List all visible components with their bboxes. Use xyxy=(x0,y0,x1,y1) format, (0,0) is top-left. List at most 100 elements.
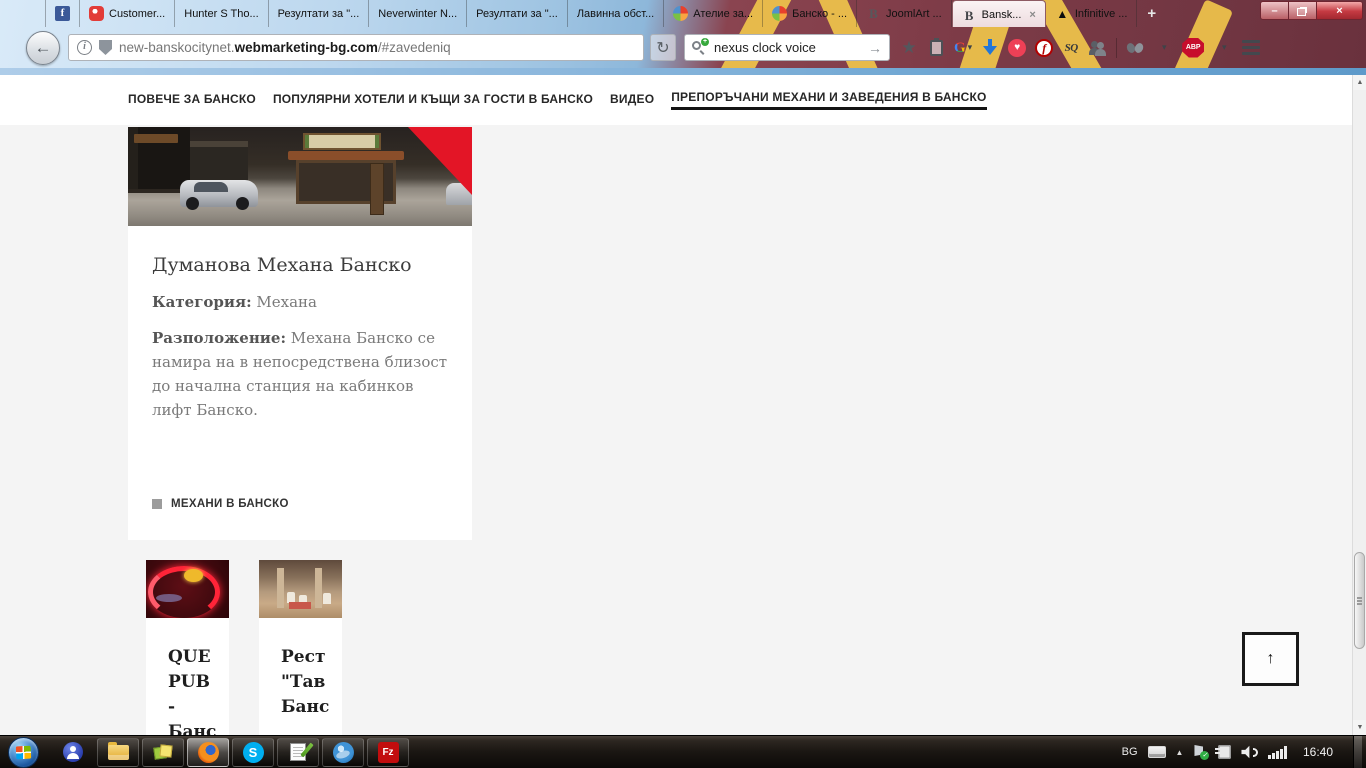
scrollbar-up-arrow[interactable]: ▲ xyxy=(1353,75,1366,90)
abp-badge: ABP xyxy=(1182,37,1205,58)
tab-label: Bansk... xyxy=(981,9,1022,21)
network-signal-icon[interactable] xyxy=(1268,745,1287,759)
restaurant-column xyxy=(315,568,322,608)
action-center-icon[interactable]: ✓ xyxy=(1193,745,1210,760)
restaurant-thumbnail[interactable] xyxy=(259,560,342,618)
browser-tab-active[interactable]: B Bansk... × xyxy=(951,0,1046,27)
taskbar-firefox-button[interactable] xyxy=(187,737,229,767)
tab-facebook-pinned[interactable]: f xyxy=(45,0,80,27)
safely-remove-hardware-icon[interactable] xyxy=(1215,745,1232,759)
page-viewport: ПОВЕЧЕ ЗА БАНСКО ПОПУЛЯРНИ ХОТЕЛИ И КЪЩИ… xyxy=(0,75,1352,735)
language-indicator[interactable]: BG xyxy=(1122,746,1138,758)
clipboard-icon[interactable] xyxy=(927,37,945,59)
search-bar[interactable]: + nexus clock voice → xyxy=(684,34,890,61)
adblock-plus-icon[interactable]: ABP xyxy=(1182,37,1205,59)
browser-tab[interactable]: B JoomlArt ... xyxy=(857,0,952,27)
keyboard-icon[interactable] xyxy=(1147,746,1166,758)
browser-tab[interactable]: Neverwinter N... xyxy=(369,0,468,27)
related-card-queens-pub[interactable]: QUE PUB - Банс xyxy=(146,560,229,735)
browser-tab[interactable]: Hunter S Tho... xyxy=(175,0,269,27)
sq-extension-icon[interactable]: SQ xyxy=(1062,37,1080,59)
start-button[interactable] xyxy=(8,736,39,768)
flash-icon[interactable]: f xyxy=(1035,37,1054,59)
related-card-title[interactable]: Рест "Тав Банс Рест xyxy=(281,645,337,735)
skype-icon: S xyxy=(242,741,264,763)
taskbar-explorer-button[interactable] xyxy=(97,737,139,767)
browser-tab[interactable]: Лавинна обст... xyxy=(568,0,665,27)
flash-glyph: f xyxy=(1035,38,1054,57)
tab-close-icon[interactable]: × xyxy=(1029,9,1035,21)
minimize-button[interactable]: – xyxy=(1260,1,1289,20)
pub-table-decoration xyxy=(156,594,182,602)
article-location: Разположение: Механа Банско се намира на… xyxy=(152,326,450,422)
related-card-restaurant[interactable]: Рест "Тав Банс Рест xyxy=(259,560,342,735)
show-desktop-button[interactable] xyxy=(1353,735,1362,768)
nav-item-recommended-mehani[interactable]: ПРЕПОРЪЧАНИ МЕХАНИ И ЗАВЕДЕНИЯ В БАНСКО xyxy=(671,90,987,110)
hamburger-glyph xyxy=(1242,40,1261,55)
nav-item-video[interactable]: ВИДЕО xyxy=(610,92,654,109)
restore-button[interactable] xyxy=(1289,1,1317,20)
taskbar-filezilla-button[interactable]: Fz xyxy=(367,737,409,767)
taskbar-person-icon[interactable] xyxy=(63,742,83,762)
clock[interactable]: 16:40 xyxy=(1303,745,1333,759)
browser-scrollbar[interactable]: ▲ ▼ xyxy=(1352,75,1366,735)
navigation-toolbar: ← i new-banskocitynet.webmarketing-bg.co… xyxy=(0,27,1366,68)
browser-tab[interactable]: Резултати за "... xyxy=(467,0,568,27)
tab-label: Ателие за... xyxy=(693,7,754,20)
tab-label: Банско - ... xyxy=(792,7,848,20)
search-input[interactable]: nexus clock voice xyxy=(714,40,862,55)
scrollbar-down-arrow[interactable]: ▼ xyxy=(1353,720,1366,735)
back-button[interactable]: ← xyxy=(26,30,60,65)
browser-tab[interactable]: Customer... xyxy=(80,0,176,27)
add-engine-badge: + xyxy=(701,37,709,46)
speaker-icon[interactable] xyxy=(1241,745,1259,759)
close-button[interactable]: × xyxy=(1317,1,1363,20)
article-tag[interactable]: МЕХАНИ В БАНСКО xyxy=(152,498,289,510)
browser-tab[interactable]: Ателие за... xyxy=(664,0,764,27)
pub-thumbnail[interactable] xyxy=(146,560,229,618)
article-body: Думанова Механа Банско Категория: Механа… xyxy=(128,254,472,422)
google-toolbar-icon[interactable]: G ▾ xyxy=(954,37,972,59)
bookmark-star-icon[interactable]: ★ xyxy=(900,37,918,59)
new-tab-button[interactable]: + xyxy=(1137,0,1166,27)
photo-car-wheel xyxy=(236,197,249,210)
browser-tab[interactable]: ▲ Infinitive ... xyxy=(1046,0,1138,27)
page-info-icon[interactable]: i xyxy=(77,40,92,55)
show-hidden-icons-arrow[interactable]: ▲ xyxy=(1176,748,1184,757)
taskbar-skype-button[interactable]: S xyxy=(232,737,274,767)
article-title[interactable]: Думанова Механа Банско xyxy=(152,254,448,276)
taskbar-sticky-notes-button[interactable] xyxy=(142,737,184,767)
tracking-shield-icon[interactable] xyxy=(99,40,112,55)
thunderbird-icon xyxy=(332,741,354,763)
url-bar[interactable]: i new-banskocitynet.webmarketing-bg.com/… xyxy=(68,34,644,61)
chevron-down-icon[interactable]: ▾ xyxy=(1155,37,1173,59)
download-arrow xyxy=(983,38,998,57)
browser-tab[interactable]: Банско - ... xyxy=(763,0,858,27)
search-go-icon[interactable]: → xyxy=(868,40,882,56)
tab-label: JoomlArt ... xyxy=(886,7,942,20)
nav-item-hotels[interactable]: ПОПУЛЯРНИ ХОТЕЛИ И КЪЩИ ЗА ГОСТИ В БАНСК… xyxy=(273,92,593,109)
menu-hamburger-icon[interactable] xyxy=(1242,37,1261,59)
tab-label: Hunter S Tho... xyxy=(184,7,259,20)
folder-icon xyxy=(107,741,129,760)
url-text[interactable]: new-banskocitynet.webmarketing-bg.com/#z… xyxy=(119,40,451,55)
related-card-title[interactable]: QUE PUB - Банс xyxy=(168,645,224,735)
accounts-icon[interactable] xyxy=(1089,37,1107,59)
nav-item-more-about-bansko[interactable]: ПОВЕЧЕ ЗА БАНСКО xyxy=(128,92,256,109)
pocket-icon[interactable]: ♥ xyxy=(1008,37,1027,59)
taskbar-notepad-button[interactable] xyxy=(277,737,319,767)
tab-bar: f Customer... Hunter S Tho... Резултати … xyxy=(0,0,1255,27)
taskbar-thunderbird-button[interactable] xyxy=(322,737,364,767)
chevron-down-icon[interactable]: ▾ xyxy=(1215,37,1233,59)
reload-button[interactable]: ↻ xyxy=(650,34,676,61)
category-label: Категория: xyxy=(152,293,252,311)
browser-tab[interactable]: Резултати за "... xyxy=(269,0,370,27)
addon-moth-icon[interactable] xyxy=(1126,37,1144,59)
article-photo[interactable] xyxy=(128,127,472,226)
downloads-icon[interactable] xyxy=(981,37,999,59)
scroll-to-top-button[interactable]: ↑ xyxy=(1242,632,1299,686)
tag-label[interactable]: МЕХАНИ В БАНСКО xyxy=(171,498,289,510)
scrollbar-thumb[interactable] xyxy=(1354,552,1365,649)
search-engine-icon[interactable]: + xyxy=(692,37,709,56)
person-head xyxy=(70,746,76,752)
